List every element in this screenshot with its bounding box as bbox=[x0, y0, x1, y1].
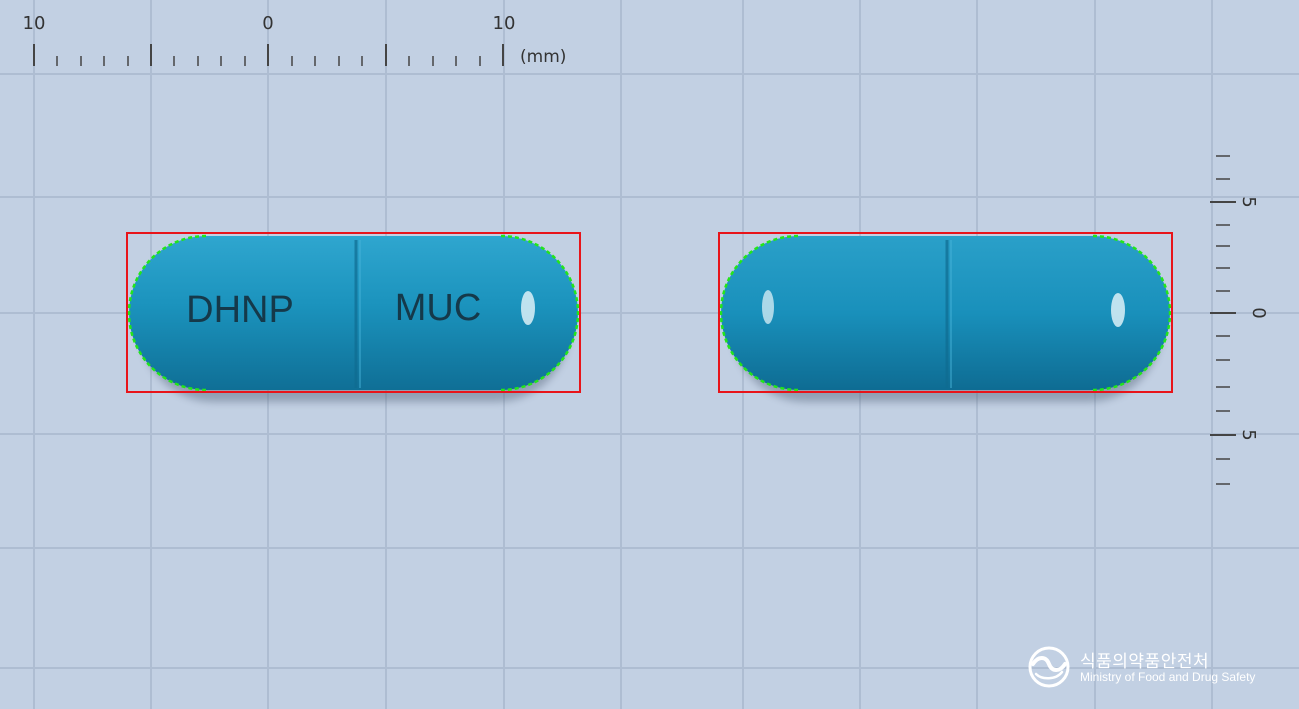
capsule-front-highlight bbox=[521, 291, 535, 325]
ruler-unit-label: (mm) bbox=[520, 47, 566, 67]
vruler-label-bottom: 5 bbox=[1238, 429, 1259, 440]
mfds-logo: 식품의약품안전처 Ministry of Food and Drug Safet… bbox=[1028, 644, 1288, 694]
vruler-label-top: 5 bbox=[1238, 196, 1259, 207]
pill-photo: 10 0 10 (mm) 5 0 5 DHNP MUC bbox=[0, 0, 1299, 709]
ruler-label-center: 0 bbox=[262, 13, 273, 34]
capsule-front: DHNP MUC bbox=[126, 232, 581, 402]
capsule-back bbox=[718, 232, 1173, 402]
horizontal-ruler bbox=[33, 44, 504, 66]
logo-name-english: Ministry of Food and Drug Safety bbox=[1080, 670, 1256, 684]
capsule-back-highlight-left bbox=[762, 290, 774, 324]
vruler-label-center: 0 bbox=[1248, 307, 1269, 318]
mfds-emblem-icon bbox=[1028, 646, 1070, 688]
logo-name-korean: 식품의약품안전처 bbox=[1080, 652, 1210, 672]
ruler-label-right: 10 bbox=[493, 13, 516, 34]
imprint-dhnp: DHNP bbox=[186, 289, 294, 331]
ruler-label-left: 10 bbox=[23, 13, 46, 34]
imprint-muc: MUC bbox=[395, 287, 482, 329]
capsule-back-highlight-right bbox=[1111, 293, 1125, 327]
vertical-ruler bbox=[1210, 155, 1236, 485]
pill-image-stage: 10 0 10 (mm) 5 0 5 DHNP MUC 식품의약품안전처 Min… bbox=[0, 0, 1299, 709]
